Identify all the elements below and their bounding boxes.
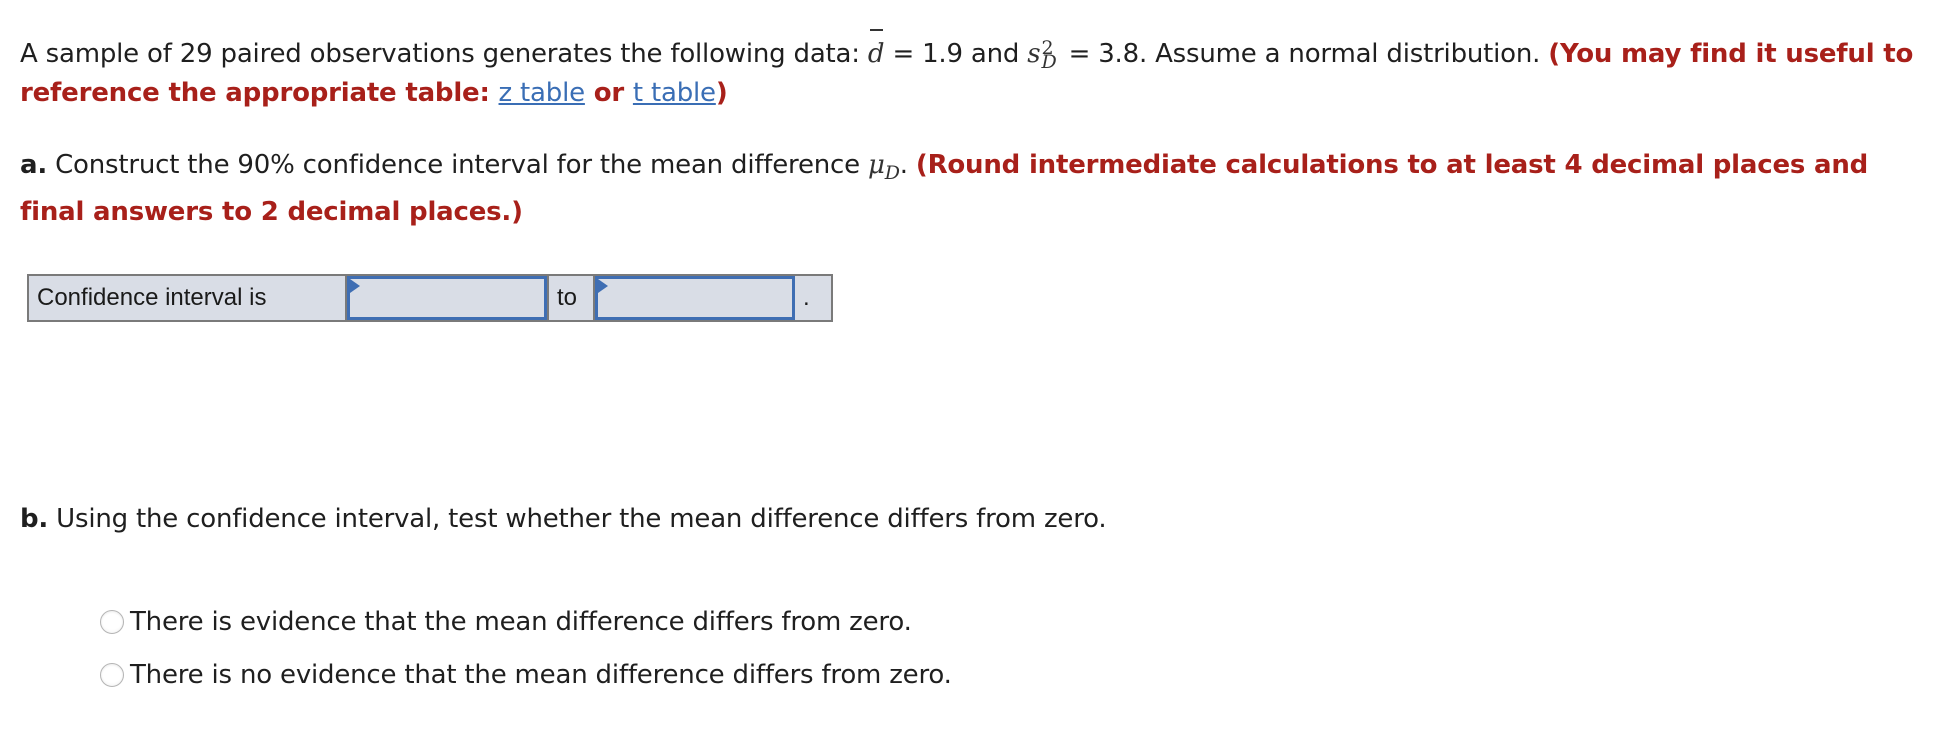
mu-symbol: μ [868, 150, 885, 180]
part-a-text: Construct the 90% confidence interval fo… [47, 150, 868, 180]
s-value: = 3.8. Assume a normal distribution. [1060, 39, 1549, 69]
part-a-label: a. [20, 150, 48, 180]
radio-button-icon[interactable] [100, 610, 124, 634]
part-b-label: b. [20, 504, 49, 534]
problem-intro: A sample of 29 paired observations gener… [20, 39, 868, 69]
s-symbol: s [1027, 39, 1041, 69]
option-label: There is evidence that the mean differen… [130, 607, 912, 637]
option-evidence[interactable]: There is evidence that the mean differen… [100, 607, 912, 637]
table-hint-or: or [584, 78, 633, 108]
part-b-text: Using the confidence interval, test whet… [48, 504, 1107, 534]
radio-button-icon[interactable] [100, 663, 124, 687]
part-a-period: . [899, 150, 916, 180]
to-label: to [547, 276, 595, 320]
part-a-question: a. Construct the 90% confidence interval… [20, 146, 1920, 232]
z-table-link[interactable]: z table [499, 78, 586, 108]
option-no-evidence[interactable]: There is no evidence that the mean diffe… [100, 660, 952, 690]
part-b-question: b. Using the confidence interval, test w… [20, 500, 1920, 539]
mu-subscript: D [884, 162, 900, 185]
lower-bound-field [347, 276, 547, 320]
upper-bound-input[interactable] [595, 276, 795, 320]
problem-statement: A sample of 29 paired observations gener… [20, 29, 1920, 113]
period-cell: . [803, 284, 810, 311]
d-bar-symbol: d [868, 29, 885, 74]
t-table-link[interactable]: t table [633, 78, 716, 108]
confidence-interval-row: Confidence interval is to . [27, 274, 833, 322]
d-bar-value: = 1.9 and [884, 39, 1028, 69]
option-label: There is no evidence that the mean diffe… [130, 660, 952, 690]
table-hint-suffix: ) [715, 78, 728, 108]
lower-bound-input[interactable] [347, 276, 547, 320]
upper-bound-field [595, 276, 795, 320]
s-squared-d-notation: 2D [1041, 38, 1057, 73]
confidence-interval-label: Confidence interval is [29, 276, 347, 320]
s-subscript: D [1041, 50, 1057, 73]
